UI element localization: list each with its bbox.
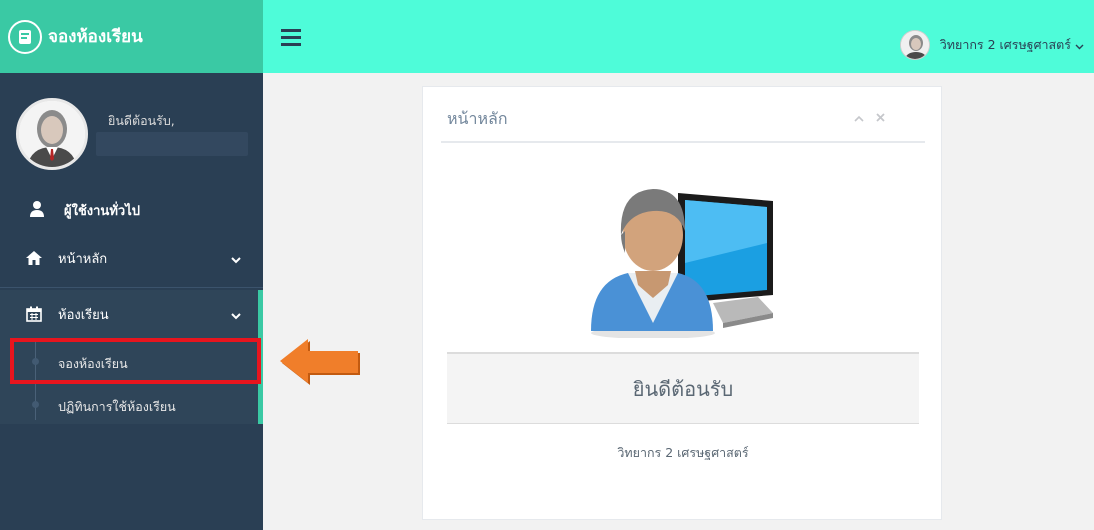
avatar (16, 98, 88, 170)
panel-tools (854, 111, 885, 125)
menu-item-home[interactable]: หน้าหลัก (0, 241, 263, 275)
sidebar: จองห้องเรียน ยินดีต้อนรับ, ผู้ใช้งานทั่ว (0, 0, 263, 530)
menu-home-wrap: หน้าหลัก (0, 241, 263, 275)
welcome-text: ยินดีต้อนรับ, (108, 113, 175, 128)
topbar: วิทยากร 2 เศรษฐศาสตร์ (263, 0, 1094, 73)
book-icon (8, 19, 42, 54)
menu-label-home: หน้าหลัก (58, 251, 108, 267)
welcome-banner: ยินดีต้อนรับ (447, 352, 919, 424)
divider (0, 287, 263, 288)
chevron-down-icon (231, 309, 241, 324)
user-menu[interactable]: วิทยากร 2 เศรษฐศาสตร์ (899, 30, 1084, 60)
chevron-down-icon (231, 253, 241, 268)
section-title: ผู้ใช้งานทั่วไป (30, 200, 140, 221)
highlight-box (10, 338, 261, 384)
user-avatar (899, 30, 930, 60)
user-icon (30, 200, 44, 221)
main-panel: หน้าหลัก ยินดีต้อนรับ วิทยากร 2 เศรษฐศาส… (422, 86, 942, 520)
brand[interactable]: จองห้องเรียน (0, 0, 263, 73)
menu-item-classroom[interactable]: ห้องเรียน (0, 297, 263, 331)
collapse-icon[interactable] (854, 111, 864, 125)
submenu-classroom-calendar[interactable]: ปฏิทินการใช้ห้องเรียน (58, 397, 176, 417)
arrow-left-icon (280, 339, 360, 385)
menu-toggle-icon[interactable] (281, 29, 301, 50)
section-label: ผู้ใช้งานทั่วไป (64, 204, 140, 219)
chevron-down-icon (1075, 38, 1084, 53)
panel-title: หน้าหลัก (447, 109, 508, 128)
profile: ยินดีต้อนรับ, (0, 73, 263, 183)
username-placeholder (96, 132, 248, 156)
close-icon[interactable] (876, 111, 885, 125)
submenu-dot (32, 401, 39, 408)
user-name: วิทยากร 2 เศรษฐศาสตร์ (939, 37, 1071, 52)
divider (441, 141, 925, 143)
app: จองห้องเรียน ยินดีต้อนรับ, ผู้ใช้งานทั่ว (0, 0, 1094, 530)
brand-title: จองห้องเรียน (48, 27, 143, 47)
user-computer-illustration (591, 189, 773, 338)
panel-user-name: วิทยากร 2 เศรษฐศาสตร์ (617, 445, 749, 460)
home-icon (26, 251, 44, 265)
menu-label-classroom: ห้องเรียน (58, 307, 109, 323)
calendar-icon (26, 306, 44, 322)
menu-classroom-wrap: ห้องเรียน (0, 297, 263, 331)
